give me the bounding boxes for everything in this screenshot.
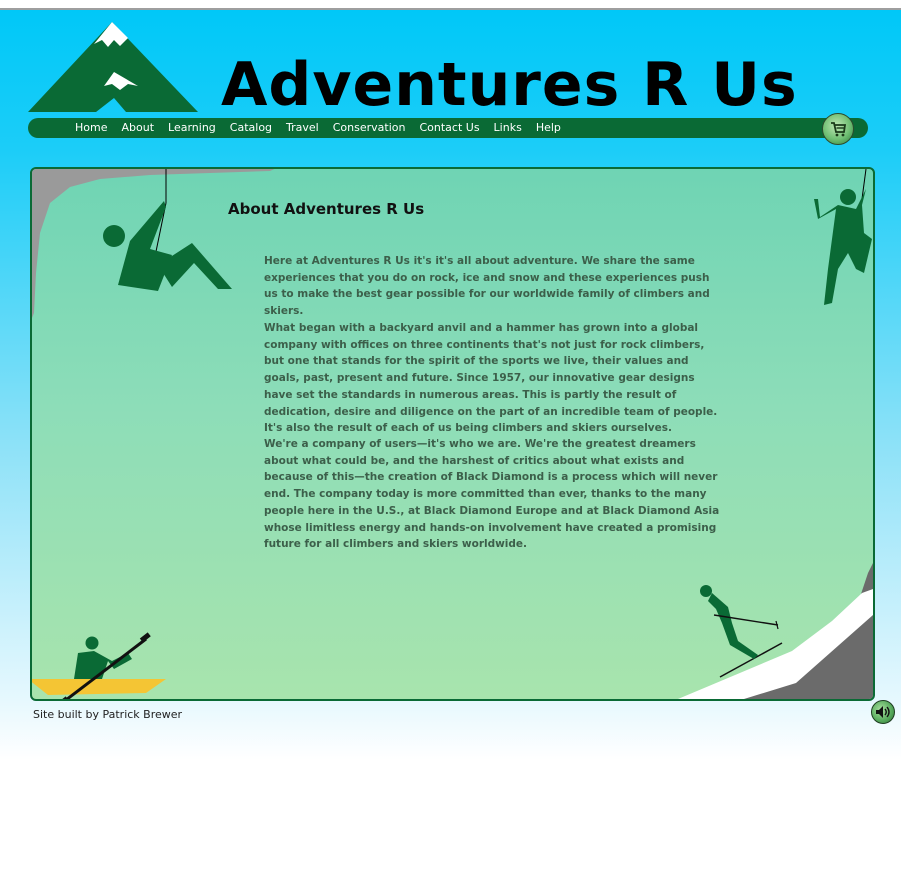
nav-links[interactable]: Links bbox=[494, 118, 522, 138]
mountain-logo-icon bbox=[28, 22, 198, 112]
kayaker-icon bbox=[32, 632, 166, 699]
nav-conservation[interactable]: Conservation bbox=[333, 118, 406, 138]
nav-learning[interactable]: Learning bbox=[168, 118, 216, 138]
about-paragraph-2: What began with a backyard anvil and a h… bbox=[264, 322, 718, 435]
skier-icon bbox=[678, 563, 873, 699]
nav-travel[interactable]: Travel bbox=[286, 118, 319, 138]
about-paragraph-1: Here at Adventures R Us it's it's all ab… bbox=[264, 255, 710, 318]
main-nav: Home About Learning Catalog Travel Conse… bbox=[28, 118, 868, 138]
nav-catalog[interactable]: Catalog bbox=[230, 118, 272, 138]
climber-icon bbox=[814, 169, 872, 305]
nav-help[interactable]: Help bbox=[536, 118, 561, 138]
shopping-cart-icon bbox=[831, 122, 847, 137]
nav-home[interactable]: Home bbox=[75, 118, 107, 138]
rappelling-climber-icon bbox=[103, 169, 232, 291]
about-paragraph-3: We're a company of users—it's who we are… bbox=[264, 438, 720, 551]
page-heading: About Adventures R Us bbox=[228, 200, 425, 218]
sound-toggle-button[interactable] bbox=[871, 700, 895, 724]
nav-contact-us[interactable]: Contact Us bbox=[419, 118, 479, 138]
speaker-icon bbox=[876, 706, 890, 718]
site-title: Adventures R Us bbox=[221, 50, 798, 120]
footer-credit: Site built by Patrick Brewer bbox=[33, 708, 183, 721]
nav-about[interactable]: About bbox=[121, 118, 154, 138]
cart-button[interactable] bbox=[822, 113, 854, 145]
